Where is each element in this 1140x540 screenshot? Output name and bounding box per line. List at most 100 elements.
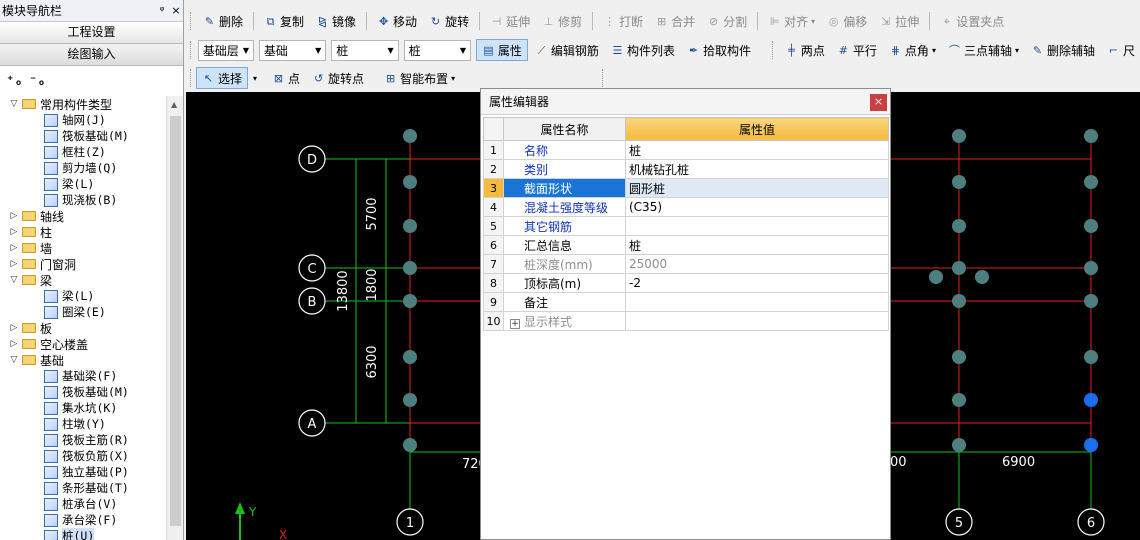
axis-bubble-1[interactable]: 1 — [396, 508, 424, 536]
property-row[interactable]: 5 其它钢筋 — [483, 216, 889, 236]
property-row[interactable]: 4 混凝土强度等级 (C35) — [483, 197, 889, 217]
pile-marker[interactable] — [1084, 261, 1098, 275]
close-button[interactable]: × — [870, 94, 887, 111]
drawing-input-button[interactable]: 绘图输入 — [0, 44, 183, 66]
stretch-button[interactable]: ⇲ 拉伸 — [874, 10, 924, 32]
collapse-arrow-icon[interactable]: ▽ — [8, 275, 20, 285]
align-button[interactable]: ⊫ 对齐 ▾ — [763, 10, 820, 32]
tree-item[interactable]: 条形基础(T) — [0, 480, 166, 496]
break-button[interactable]: ⋮ 打断 — [598, 10, 648, 32]
tree-group[interactable]: ▷ 空心楼盖 — [0, 336, 166, 352]
property-value[interactable]: 25000 — [625, 254, 889, 274]
tree-item[interactable]: 框柱(Z) — [0, 144, 166, 160]
axis-bubble-6[interactable]: 6 — [1077, 508, 1105, 536]
pile-marker[interactable] — [403, 393, 417, 407]
nav-scrollbar[interactable]: ▲ — [166, 96, 183, 540]
property-row[interactable]: 1 名称 桩 — [483, 140, 889, 160]
tree-group[interactable]: ▽ 基础 — [0, 352, 166, 368]
pile-marker[interactable] — [403, 261, 417, 275]
pin-icon[interactable]: ᵠ — [155, 4, 169, 17]
project-settings-button[interactable]: 工程设置 — [0, 22, 183, 44]
tree-item[interactable]: 柱墩(Y) — [0, 416, 166, 432]
axis-bubble-c[interactable]: C — [298, 254, 326, 282]
pile-marker-selected[interactable] — [1084, 393, 1098, 407]
tree-group[interactable]: ▷ 门窗洞 — [0, 256, 166, 272]
tree-group[interactable]: ▷ 墙 — [0, 240, 166, 256]
tree-group[interactable]: ▽ 梁 — [0, 272, 166, 288]
pile-marker[interactable] — [403, 129, 417, 143]
pile-marker[interactable] — [403, 175, 417, 189]
extend-button[interactable]: ⊣ 延伸 — [485, 10, 535, 32]
move-button[interactable]: ✥ 移动 — [372, 10, 422, 32]
axis-bubble-d[interactable]: D — [298, 145, 326, 173]
property-value[interactable] — [625, 216, 889, 236]
tree-item[interactable]: 轴网(J) — [0, 112, 166, 128]
pile-marker[interactable] — [952, 175, 966, 189]
tree-item[interactable]: 承台梁(F) — [0, 512, 166, 528]
delete-axis-button[interactable]: ✎ 删除辅轴 — [1026, 39, 1100, 61]
property-value[interactable] — [625, 292, 889, 312]
chevron-down-icon[interactable]: ▾ — [253, 74, 257, 83]
expand-arrow-icon[interactable]: ▷ — [8, 259, 20, 269]
property-row[interactable]: 2 类别 机械钻孔桩 — [483, 159, 889, 179]
point-angle-axis-button[interactable]: ⋕ 点角 ▾ — [884, 39, 941, 61]
expand-all-icon[interactable]: ⁺ₒ — [6, 73, 23, 89]
expand-arrow-icon[interactable]: ▷ — [8, 211, 20, 221]
component-select[interactable]: 桩 ▼ — [403, 39, 471, 61]
set-grip-button[interactable]: ⌖ 设置夹点 — [935, 10, 1009, 32]
pile-marker[interactable] — [403, 294, 417, 308]
select-button[interactable]: ↖ 选择 — [196, 67, 249, 89]
dialog-title-bar[interactable]: 属性编辑器 — [481, 89, 890, 115]
tree-item[interactable]: 筏板负筋(X) — [0, 448, 166, 464]
property-value[interactable]: 机械钻孔桩 — [625, 159, 889, 179]
tree-item[interactable]: 集水坑(K) — [0, 400, 166, 416]
property-value[interactable]: 圆形桩 — [625, 178, 889, 198]
parallel-axis-button[interactable]: # 平行 — [832, 39, 882, 61]
pile-marker[interactable] — [403, 438, 417, 452]
axis-bubble-a[interactable]: A — [298, 409, 326, 437]
tree-item[interactable]: 桩(U) — [0, 528, 166, 540]
pile-marker[interactable] — [952, 129, 966, 143]
property-row[interactable]: 6 汇总信息 桩 — [483, 235, 889, 255]
offset-button[interactable]: ◎ 偏移 — [822, 10, 872, 32]
trim-button[interactable]: ⊥ 修剪 — [537, 10, 587, 32]
delete-button[interactable]: ✎ 删除 — [198, 10, 248, 32]
property-row[interactable]: 10 + 显示样式 — [483, 311, 889, 331]
floor-select[interactable]: 基础层 ▼ — [197, 39, 254, 61]
property-value[interactable]: -2 — [625, 273, 889, 293]
scroll-thumb[interactable] — [170, 116, 181, 526]
tree-group[interactable]: ▷ 板 — [0, 320, 166, 336]
tree-item[interactable]: 现浇板(B) — [0, 192, 166, 208]
expand-arrow-icon[interactable]: ▷ — [8, 227, 20, 237]
pile-marker[interactable] — [1084, 219, 1098, 233]
property-row[interactable]: 3 截面形状 圆形桩 — [483, 178, 889, 198]
expand-plus-icon[interactable]: + — [510, 318, 520, 329]
component-list-button[interactable]: ☰ 构件列表 — [606, 39, 680, 61]
collapse-arrow-icon[interactable]: ▽ — [8, 99, 20, 109]
axis-bubble-b[interactable]: B — [298, 287, 326, 315]
tree-item[interactable]: 桩承台(V) — [0, 496, 166, 512]
copy-button[interactable]: ⧉ 复制 — [259, 10, 309, 32]
pile-marker[interactable] — [952, 261, 966, 275]
property-row[interactable]: 9 备注 — [483, 292, 889, 312]
type-select[interactable]: 桩 ▼ — [331, 39, 399, 61]
three-point-axis-button[interactable]: ⌒ 三点辅轴 ▾ — [943, 39, 1024, 61]
pile-marker[interactable] — [1084, 129, 1098, 143]
expand-arrow-icon[interactable]: ▷ — [8, 323, 20, 333]
collapse-all-icon[interactable]: ⁻ₒ — [29, 73, 46, 89]
pile-marker[interactable] — [403, 219, 417, 233]
mirror-button[interactable]: ⧎ 镜像 — [311, 10, 361, 32]
tree-item[interactable]: 剪力墙(Q) — [0, 160, 166, 176]
property-value[interactable]: 桩 — [625, 235, 889, 255]
tree-group[interactable]: ▷ 轴线 — [0, 208, 166, 224]
pile-marker[interactable] — [403, 350, 417, 364]
two-point-axis-button[interactable]: ╪ 两点 — [780, 39, 830, 61]
rotate-point-button[interactable]: ↺ 旋转点 — [307, 67, 369, 89]
property-value[interactable]: (C35) — [625, 197, 889, 217]
pile-marker[interactable] — [952, 294, 966, 308]
category-select[interactable]: 基础 ▼ — [258, 39, 327, 61]
tree-item[interactable]: 基础梁(F) — [0, 368, 166, 384]
edit-rebar-button[interactable]: ⟋ 编辑钢筋 — [530, 39, 604, 61]
properties-button[interactable]: ▤ 属性 — [475, 39, 528, 61]
pick-component-button[interactable]: ✒ 拾取构件 — [682, 39, 756, 61]
